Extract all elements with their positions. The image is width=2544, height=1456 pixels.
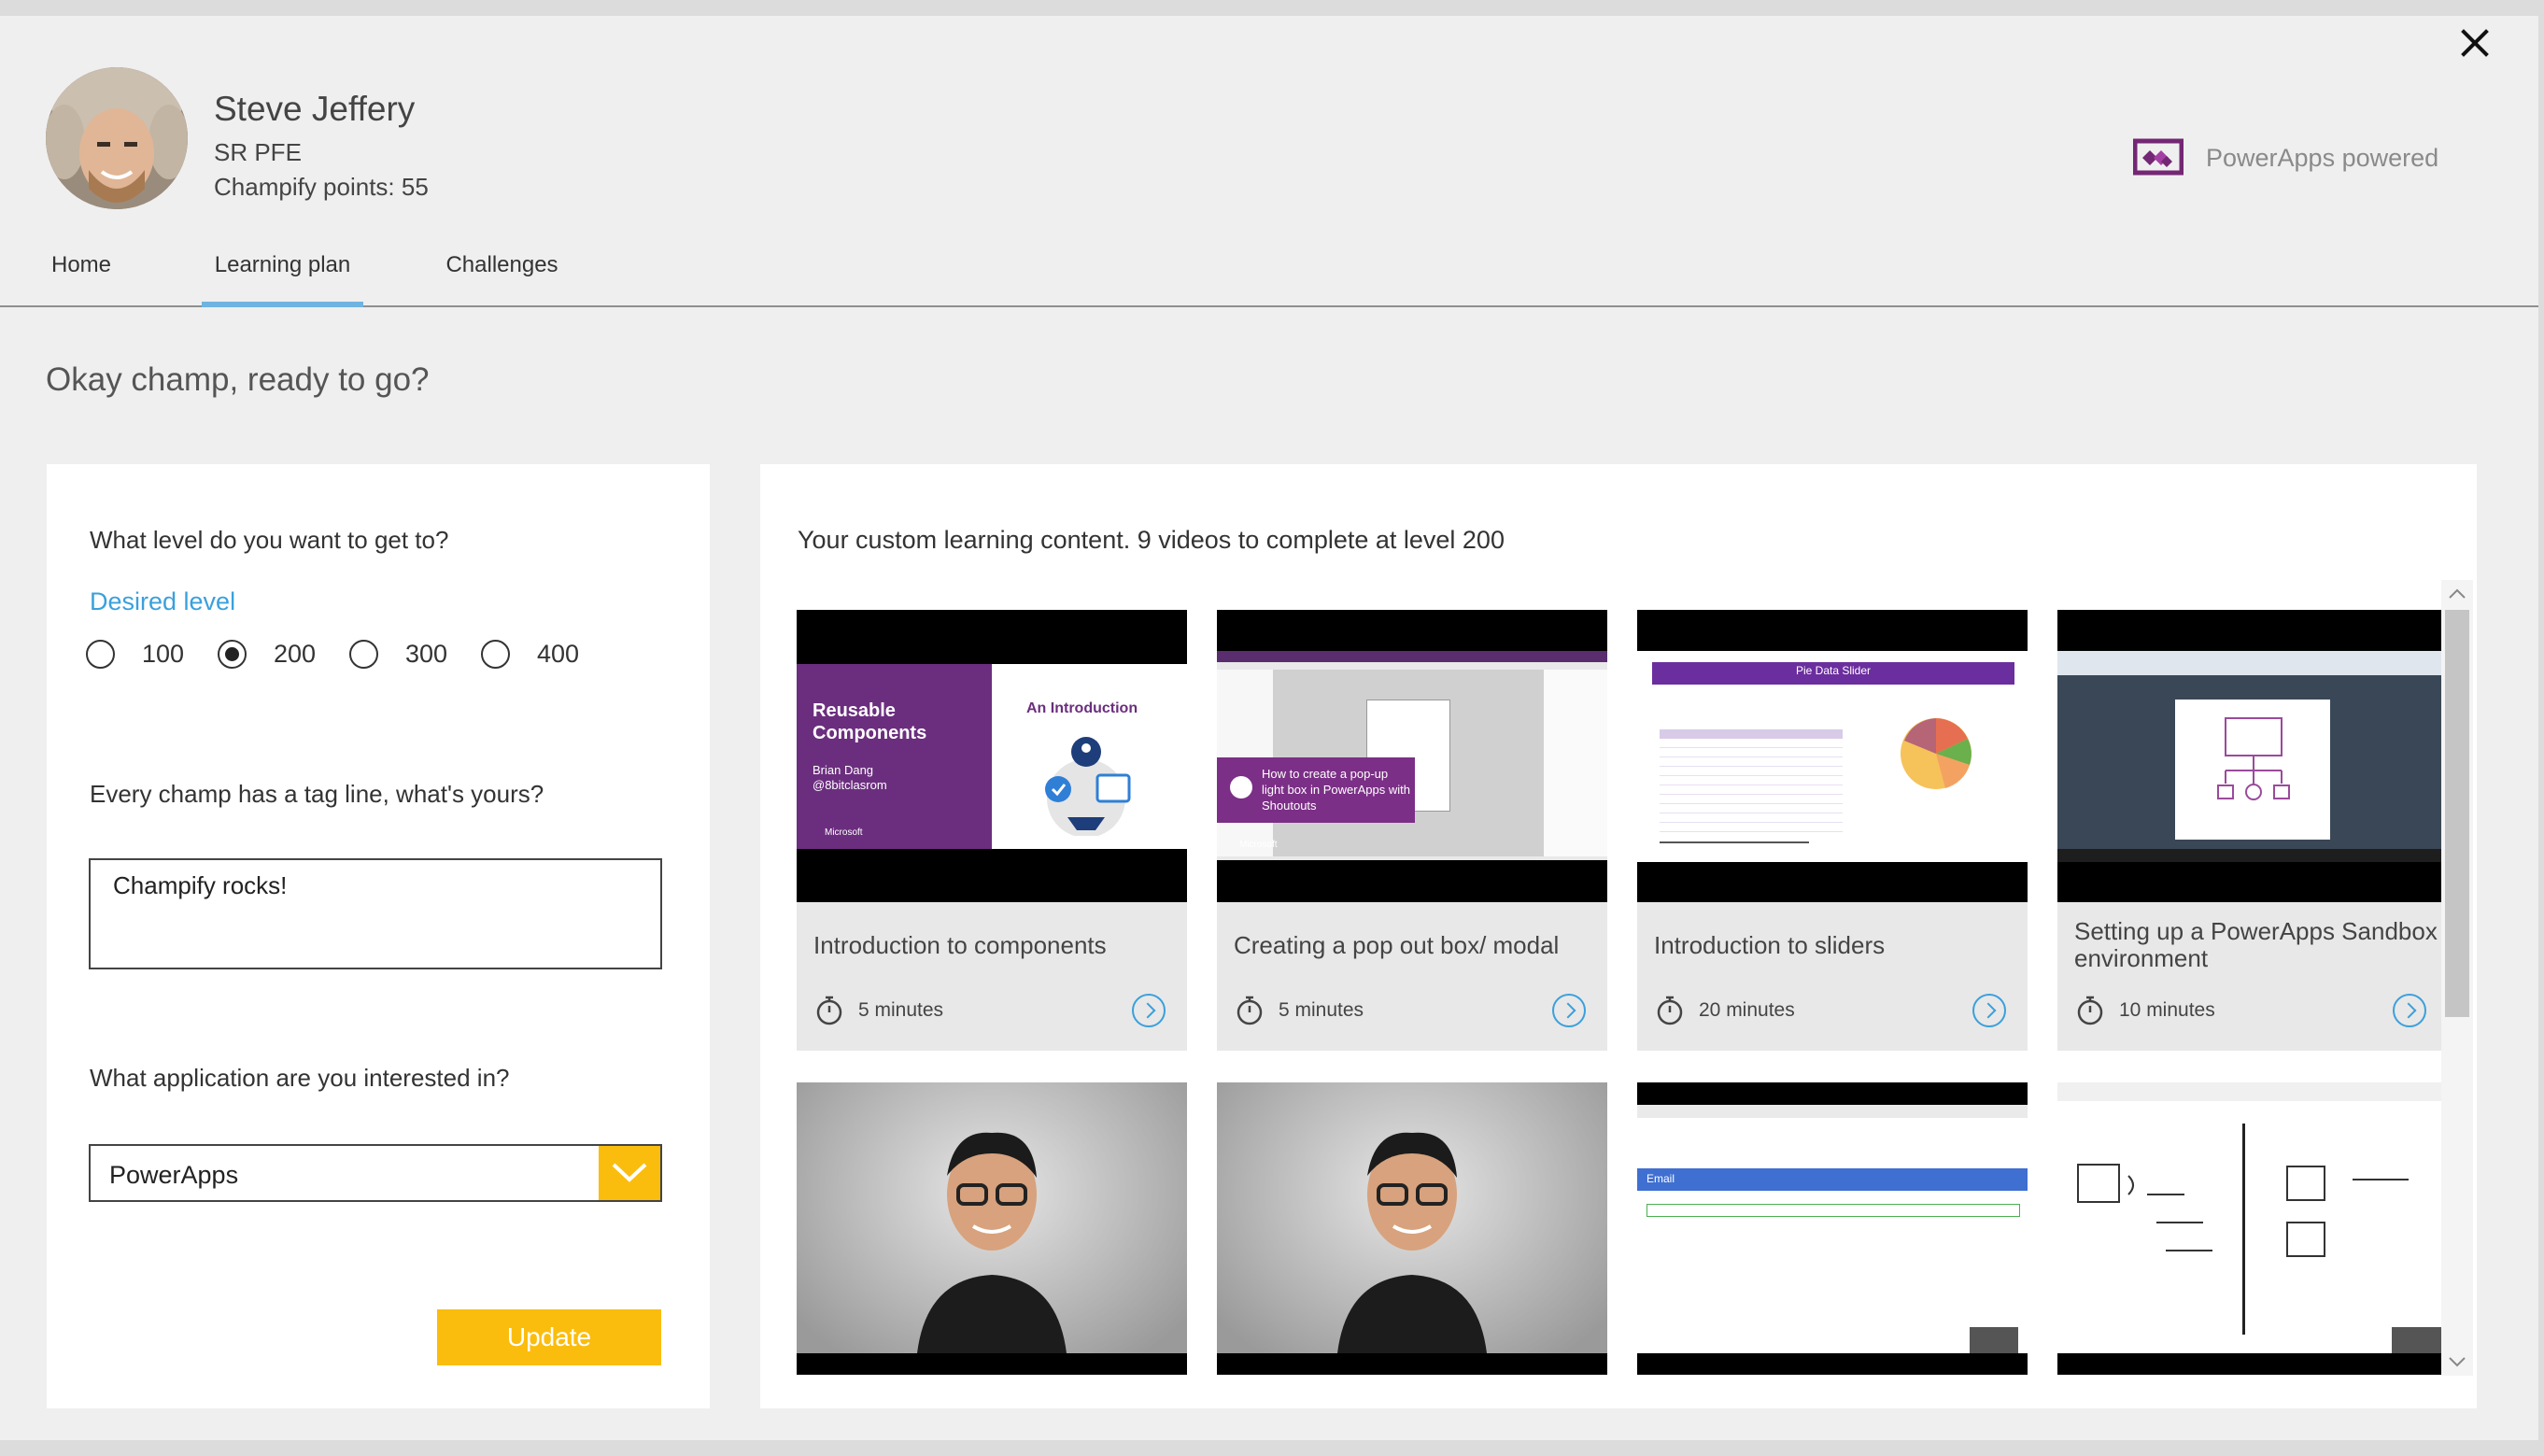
application-selected-value: PowerApps	[109, 1161, 239, 1189]
tab-learning-plan[interactable]: Learning plan	[202, 244, 363, 307]
avatar	[46, 67, 188, 209]
thumbnail-author: Brian Dang	[813, 763, 874, 777]
chevron-right-circle-icon[interactable]	[1972, 994, 2006, 1027]
radio-circle[interactable]	[481, 640, 510, 669]
app-window: Steve Jeffery SR PFE Champify points: 55…	[0, 16, 2538, 1440]
sandbox-illustration-icon	[2217, 717, 2290, 800]
tab-bar: Home Learning plan Challenges	[0, 244, 2538, 307]
tagline-question: Every champ has a tag line, what's yours…	[90, 780, 544, 808]
radio-circle[interactable]	[349, 640, 378, 669]
video-thumbnail	[2057, 610, 2448, 902]
video-card[interactable]: Email	[1637, 1082, 2028, 1375]
powerapps-logo-icon	[2132, 135, 2184, 178]
pie-chart-icon	[1901, 718, 1972, 789]
microsoft-label: Microsoft	[825, 827, 863, 838]
chevron-right-circle-icon[interactable]	[1132, 994, 1166, 1027]
video-thumbnail: Pie Data Slider	[1637, 610, 2028, 902]
chevron-up-icon[interactable]	[2441, 580, 2473, 608]
video-card[interactable]: How to create a pop-up light box in Powe…	[1217, 610, 1607, 1051]
level-radio-400[interactable]: 400	[481, 640, 579, 669]
video-card[interactable]: Setting up a PowerApps Sandbox environme…	[2057, 610, 2448, 1051]
radio-label: 100	[142, 640, 185, 668]
thumbnail-title: Reusable Components	[813, 700, 927, 743]
stopwatch-icon	[816, 996, 842, 1025]
thumbnail-field-label: Email	[1647, 1172, 1675, 1185]
video-duration: 5 minutes	[1279, 999, 1364, 1021]
microsoft-label: Microsoft	[1239, 840, 1278, 850]
video-title: Introduction to sliders	[1654, 931, 1886, 959]
preferences-panel: What level do you want to get to? Desire…	[47, 464, 710, 1408]
radio-circle[interactable]	[218, 640, 247, 669]
learning-content-title: Your custom learning content. 9 videos t…	[798, 526, 1505, 554]
radio-label: 300	[405, 640, 448, 668]
tab-home[interactable]: Home	[46, 244, 117, 305]
close-icon[interactable]	[2454, 23, 2495, 64]
video-thumbnail: Reusable Components Brian Dang @8bitclas…	[797, 610, 1187, 902]
video-duration: 20 minutes	[1699, 999, 1795, 1021]
video-duration: 5 minutes	[858, 999, 944, 1021]
level-radio-300[interactable]: 300	[349, 640, 447, 669]
presenter-thumbnail	[917, 1132, 1067, 1353]
level-radio-100[interactable]: 100	[86, 640, 184, 669]
level-question: What level do you want to get to?	[90, 526, 449, 554]
video-duration: 10 minutes	[2119, 999, 2215, 1021]
whiteboard-sketch	[2077, 1164, 2409, 1257]
content-scrollbar[interactable]	[2441, 580, 2473, 1376]
user-points: Champify points: 55	[214, 173, 429, 201]
application-question: What application are you interested in?	[90, 1064, 510, 1092]
chevron-down-icon[interactable]	[599, 1146, 660, 1200]
tab-challenges[interactable]: Challenges	[444, 244, 560, 305]
chevron-right-circle-icon[interactable]	[1552, 994, 1586, 1027]
user-role: SR PFE	[214, 138, 302, 166]
video-card[interactable]	[2057, 1082, 2448, 1375]
components-illustration-icon	[1045, 737, 1131, 836]
application-dropdown[interactable]: PowerApps	[89, 1144, 662, 1202]
level-radio-200[interactable]: 200	[218, 640, 316, 669]
tagline-input[interactable]: Champify rocks!	[89, 858, 662, 969]
video-card[interactable]: Reusable Components Brian Dang @8bitclas…	[797, 610, 1187, 1051]
video-card[interactable]	[797, 1082, 1187, 1375]
stopwatch-icon	[1657, 996, 1683, 1025]
stopwatch-icon	[1237, 996, 1263, 1025]
video-thumbnail: How to create a pop-up light box in Powe…	[1217, 610, 1607, 902]
presenter-thumbnail	[1337, 1132, 1487, 1353]
radio-label: 400	[537, 640, 580, 668]
chevron-right-circle-icon[interactable]	[2393, 994, 2426, 1027]
video-card[interactable]	[1217, 1082, 1607, 1375]
thumbnail-handle: @8bitclasrom	[813, 778, 887, 792]
scrollbar-thumb[interactable]	[2445, 610, 2469, 1017]
thumbnail-header: Pie Data Slider	[1795, 664, 1872, 677]
video-title: Setting up a PowerApps Sandbox environme…	[2074, 917, 2438, 972]
video-title: Creating a pop out box/ modal	[1234, 931, 1560, 959]
desired-level-label: Desired level	[90, 587, 236, 615]
thumbnail-caption: How to create a pop-up light box in Powe…	[1262, 767, 1410, 813]
thumbnail-subtitle: An Introduction	[1026, 700, 1138, 716]
video-title: Introduction to components	[813, 931, 1107, 959]
page-greeting: Okay champ, ready to go?	[46, 361, 430, 398]
learning-content-panel: Your custom learning content. 9 videos t…	[760, 464, 2477, 1408]
stopwatch-icon	[2077, 996, 2103, 1025]
user-name: Steve Jeffery	[214, 90, 416, 128]
update-button[interactable]: Update	[437, 1309, 661, 1365]
radio-circle[interactable]	[86, 640, 115, 669]
chevron-down-icon[interactable]	[2441, 1348, 2473, 1376]
video-card[interactable]: Pie Data Slider Introduction to sliders …	[1637, 610, 2028, 1051]
powerapps-powered-label: PowerApps powered	[2206, 144, 2439, 172]
radio-label: 200	[274, 640, 317, 668]
